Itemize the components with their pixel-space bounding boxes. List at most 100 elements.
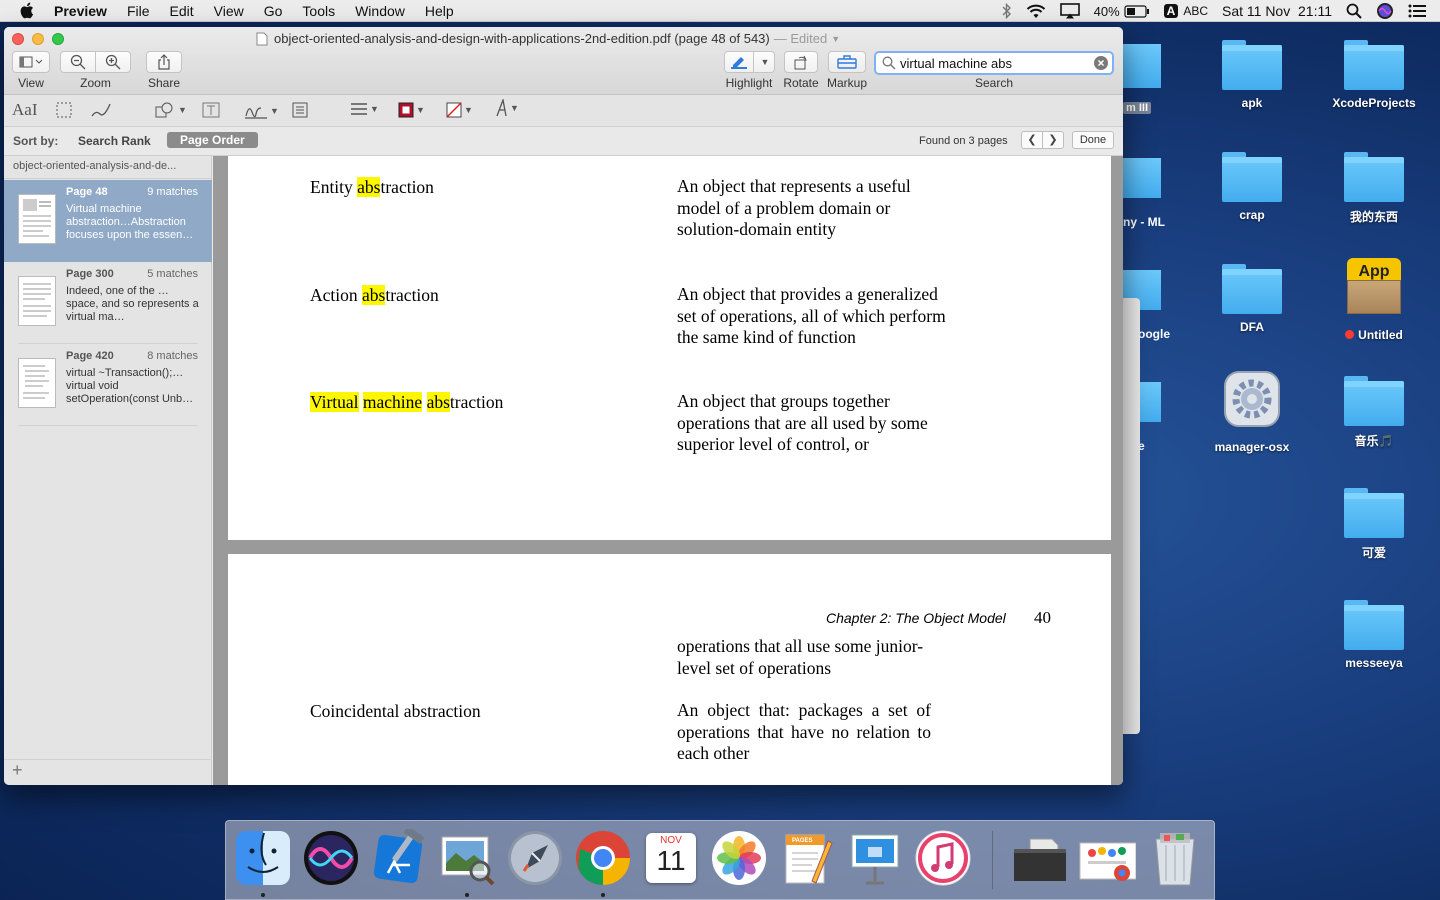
- dock: NOV 11 PAGES: [225, 820, 1215, 900]
- desktop-app-manager-osx[interactable]: manager-osx: [1197, 370, 1307, 454]
- rectangular-selection-icon[interactable]: [56, 102, 72, 118]
- siri-app-icon[interactable]: [302, 829, 360, 887]
- border-color-icon[interactable]: ▼: [398, 102, 425, 118]
- term-entity-abstraction[interactable]: Entity abstraction: [310, 177, 434, 198]
- apple-menu-icon[interactable]: [19, 2, 37, 19]
- running-indicator: [601, 893, 605, 897]
- menu-help[interactable]: Help: [425, 3, 454, 19]
- photos-icon[interactable]: [710, 829, 768, 887]
- menu-window[interactable]: Window: [355, 3, 405, 19]
- note-icon[interactable]: [292, 102, 308, 118]
- folder-stack-icon[interactable]: [1010, 829, 1068, 887]
- sketch-icon[interactable]: [90, 102, 112, 118]
- signature-icon[interactable]: ▼: [244, 102, 279, 120]
- text-style-button[interactable]: AaI: [12, 100, 37, 120]
- shapes-icon[interactable]: ▼: [154, 102, 187, 118]
- spotlight-icon[interactable]: [1346, 3, 1362, 19]
- desktop-folder-xcodeprojects[interactable]: XcodeProjects: [1319, 40, 1429, 110]
- bluetooth-icon[interactable]: [1002, 3, 1012, 19]
- desktop-folder-crap[interactable]: crap: [1197, 152, 1307, 222]
- view-menu-button[interactable]: [12, 51, 50, 73]
- next-result-button[interactable]: ❯: [1042, 131, 1064, 149]
- zoom-out-button[interactable]: [60, 51, 96, 73]
- pages-icon[interactable]: PAGES: [778, 829, 836, 887]
- definition-entity-abstraction[interactable]: An object that represents a useful model…: [677, 176, 947, 241]
- search-field[interactable]: [874, 51, 1114, 75]
- calendar-icon[interactable]: NOV 11: [642, 829, 700, 887]
- desktop-folder-wodedongxi[interactable]: 我的东西: [1319, 152, 1429, 225]
- menu-app-name[interactable]: Preview: [54, 3, 107, 19]
- menu-go[interactable]: Go: [264, 3, 283, 19]
- zoom-button[interactable]: [52, 33, 64, 45]
- desktop-folder-dfa[interactable]: DFA: [1197, 264, 1307, 334]
- previous-result-button[interactable]: ❮: [1021, 131, 1043, 149]
- menu-view[interactable]: View: [214, 3, 244, 19]
- definition-continued[interactable]: operations that all use some junior-leve…: [677, 636, 927, 679]
- partial-folder-2[interactable]: [1123, 158, 1161, 198]
- desktop-folder-apk[interactable]: apk: [1197, 40, 1307, 110]
- launchpad-icon[interactable]: [506, 829, 564, 887]
- desktop-folder-keai[interactable]: 可爱: [1319, 488, 1429, 561]
- trash-icon[interactable]: [1146, 829, 1204, 887]
- term-text: traction: [380, 177, 434, 197]
- keynote-icon[interactable]: [846, 829, 904, 887]
- add-button[interactable]: +: [12, 760, 23, 781]
- term-action-abstraction[interactable]: Action abstraction: [310, 285, 439, 306]
- search-result-page-300[interactable]: Page 300 5 matches Indeed, one of the … …: [4, 262, 212, 344]
- text-font-icon[interactable]: ▼: [494, 99, 519, 117]
- highlight-button[interactable]: [724, 51, 754, 73]
- term-coincidental-abstraction[interactable]: Coincidental abstraction: [310, 701, 481, 722]
- search-input[interactable]: [900, 55, 1090, 71]
- search-result-page-420[interactable]: Page 420 8 matches virtual ~Transaction(…: [4, 344, 212, 426]
- edited-status[interactable]: — Edited: [774, 31, 827, 46]
- done-button[interactable]: Done: [1072, 131, 1114, 149]
- document-view[interactable]: Entity abstraction An object that repres…: [213, 156, 1123, 785]
- menu-edit[interactable]: Edit: [170, 3, 194, 19]
- desktop-app-untitled[interactable]: App Untitled: [1319, 258, 1429, 342]
- siri-icon[interactable]: [1376, 2, 1394, 20]
- finder-icon[interactable]: [234, 829, 292, 897]
- downloads-stack-icon[interactable]: [1078, 829, 1136, 887]
- battery-status[interactable]: 40%: [1094, 4, 1150, 19]
- close-button[interactable]: [12, 33, 24, 45]
- clear-search-icon[interactable]: [1094, 56, 1108, 70]
- rotate-label: Rotate: [783, 76, 819, 90]
- definition-virtual-machine-abstraction[interactable]: An object that groups together operation…: [677, 391, 947, 456]
- input-source[interactable]: A ABC: [1163, 4, 1208, 18]
- rotate-button[interactable]: [784, 51, 818, 73]
- desktop-folder-messeeya[interactable]: messeeya: [1319, 600, 1429, 670]
- definition-action-abstraction[interactable]: An object that provides a generalized se…: [677, 284, 947, 349]
- fill-color-icon[interactable]: ▼: [446, 102, 473, 118]
- term-virtual-machine-abstraction[interactable]: Virtual machine abstraction: [310, 392, 503, 413]
- minimize-button[interactable]: [32, 33, 44, 45]
- share-button[interactable]: [146, 51, 182, 73]
- highlight-options-button[interactable]: ▼: [753, 51, 775, 73]
- airplay-icon[interactable]: [1059, 3, 1080, 19]
- chrome-icon[interactable]: [574, 829, 632, 897]
- chevron-down-icon[interactable]: ▼: [831, 34, 840, 44]
- markup-toolbar-button[interactable]: [828, 51, 866, 73]
- preview-window: object-oriented-analysis-and-design-with…: [4, 27, 1123, 785]
- wifi-icon[interactable]: [1026, 4, 1046, 19]
- menu-file[interactable]: File: [127, 3, 150, 19]
- notification-center-icon[interactable]: [1408, 4, 1426, 18]
- clock[interactable]: Sat 11 Nov 21:11: [1222, 3, 1332, 19]
- sort-page-order-button[interactable]: Page Order: [167, 132, 258, 148]
- search-result-page-48[interactable]: Page 48 9 matches Virtual machine abstra…: [4, 180, 212, 262]
- sort-search-rank-button[interactable]: Search Rank: [78, 134, 151, 148]
- itunes-icon[interactable]: [914, 829, 972, 887]
- desktop-folder-music[interactable]: 音乐🎵: [1319, 376, 1429, 449]
- page-thumbnail: [18, 276, 56, 326]
- definition-coincidental-abstraction[interactable]: An object that: packages a set of operat…: [677, 700, 931, 765]
- xcode-icon[interactable]: [370, 829, 428, 887]
- result-page-label: Page 300: [66, 268, 114, 280]
- preview-app-icon[interactable]: [438, 829, 496, 897]
- partial-folder-1[interactable]: [1123, 44, 1161, 88]
- folder-icon: [1344, 40, 1404, 90]
- text-box-icon[interactable]: [202, 102, 220, 118]
- menu-tools[interactable]: Tools: [302, 3, 335, 19]
- folder-icon: [1222, 40, 1282, 90]
- line-style-icon[interactable]: ▼: [350, 102, 379, 116]
- zoom-in-button[interactable]: [95, 51, 131, 73]
- search-results-bar: Sort by: Search Rank Page Order Found on…: [4, 127, 1123, 156]
